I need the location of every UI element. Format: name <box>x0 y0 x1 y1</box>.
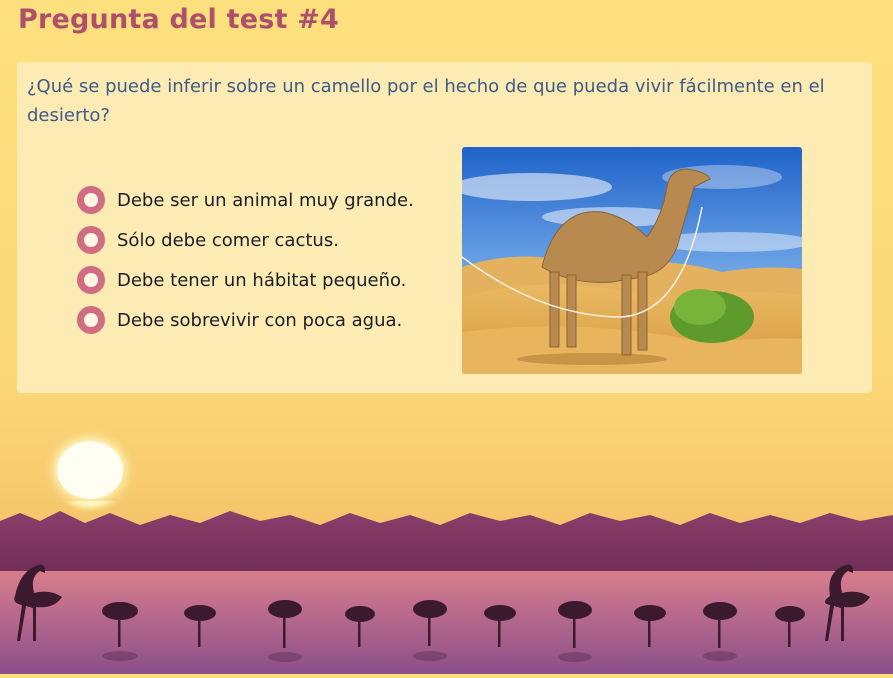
question-text: ¿Qué se puede inferir sobre un camello p… <box>27 76 825 126</box>
answer-option-label[interactable]: Debe sobrevivir con poca agua. <box>117 310 402 331</box>
question-card: ¿Qué se puede inferir sobre un camello p… <box>17 62 872 393</box>
radio-button-icon[interactable] <box>77 186 105 214</box>
answer-option-label[interactable]: Debe tener un hábitat pequeño. <box>117 270 406 291</box>
page-title: Pregunta del test #4 <box>18 4 340 35</box>
answer-option-2[interactable]: Sólo debe comer cactus. <box>77 220 414 260</box>
radio-button-icon[interactable] <box>77 266 105 294</box>
answer-option-4[interactable]: Debe sobrevivir con poca agua. <box>77 300 414 340</box>
sunset-flamingo-lake-illustration <box>0 429 893 674</box>
camel-photo <box>462 147 802 374</box>
radio-button-icon[interactable] <box>77 306 105 334</box>
answer-option-label[interactable]: Sólo debe comer cactus. <box>117 230 339 251</box>
answer-options: Debe ser un animal muy grande. Sólo debe… <box>77 180 414 340</box>
radio-button-icon[interactable] <box>77 226 105 254</box>
sunset-scenery <box>0 429 893 674</box>
answer-option-1[interactable]: Debe ser un animal muy grande. <box>77 180 414 220</box>
camel-in-desert-image <box>462 147 802 374</box>
sun <box>57 441 123 499</box>
answer-option-3[interactable]: Debe tener un hábitat pequeño. <box>77 260 414 300</box>
answer-option-label[interactable]: Debe ser un animal muy grande. <box>117 190 414 211</box>
